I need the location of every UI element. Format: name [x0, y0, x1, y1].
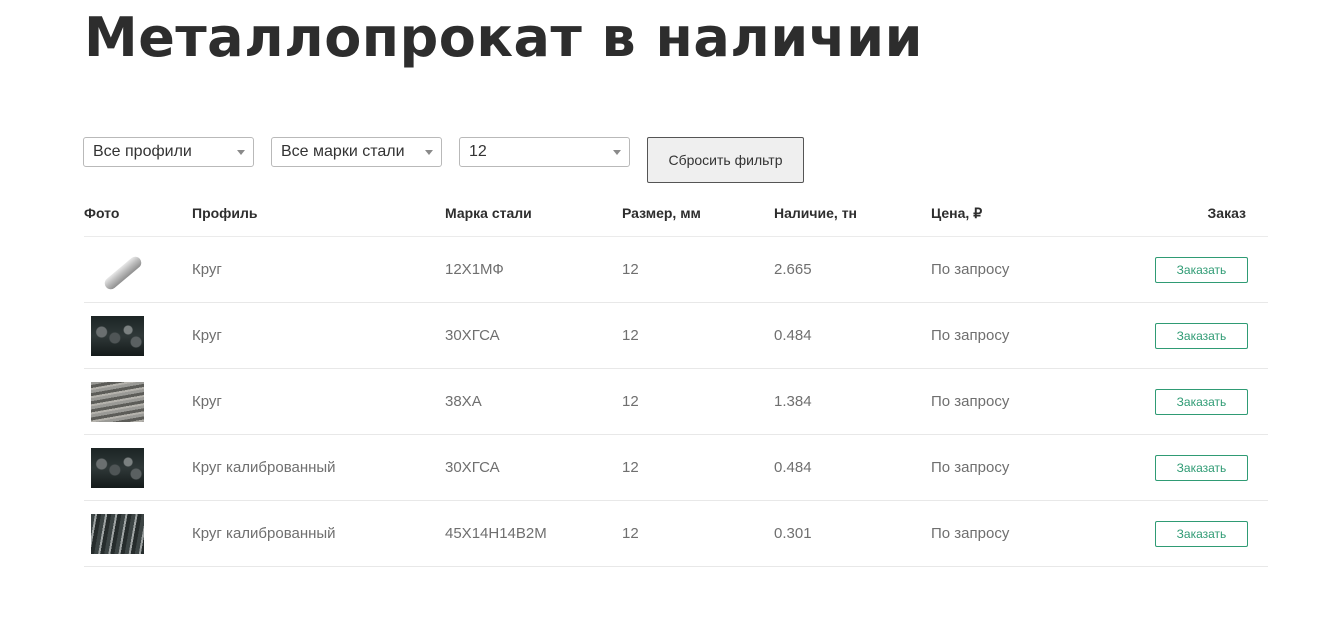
order-button[interactable]: Заказать [1155, 389, 1248, 415]
product-photo[interactable] [91, 250, 144, 290]
cell-size: 12 [622, 459, 639, 476]
grade-select[interactable]: Все марки стали [271, 137, 442, 167]
table-row: Круг 38ХА 12 1.384 По запросу Заказать [84, 369, 1268, 435]
order-button[interactable]: Заказать [1155, 257, 1248, 283]
cell-price: По запросу [931, 459, 1010, 476]
header-size: Размер, мм [622, 205, 701, 221]
profile-select[interactable]: Все профили [83, 137, 254, 167]
header-stock: Наличие, тн [774, 205, 858, 221]
cell-stock: 2.665 [774, 261, 812, 278]
cell-price: По запросу [931, 393, 1010, 410]
cell-price: По запросу [931, 261, 1010, 278]
order-button[interactable]: Заказать [1155, 455, 1248, 481]
cell-profile: Круг [192, 393, 222, 410]
cell-grade: 45Х14Н14В2М [445, 525, 547, 542]
chevron-down-icon [613, 150, 621, 155]
header-price: Цена, ₽ [931, 205, 983, 221]
cell-size: 12 [622, 525, 639, 542]
steel-rod-image [102, 254, 144, 290]
size-select-value: 12 [469, 143, 487, 160]
chevron-down-icon [425, 150, 433, 155]
order-button[interactable]: Заказать [1155, 521, 1248, 547]
cell-price: По запросу [931, 327, 1010, 344]
header-profile: Профиль [192, 205, 258, 221]
header-grade: Марка стали [445, 205, 532, 221]
cell-stock: 0.484 [774, 459, 812, 476]
table-header: Фото Профиль Марка стали Размер, мм Нали… [84, 198, 1268, 237]
cell-grade: 38ХА [445, 393, 482, 410]
product-photo[interactable] [91, 316, 144, 356]
header-photo: Фото [84, 205, 120, 221]
profile-select-value: Все профили [93, 143, 192, 160]
product-photo[interactable] [91, 382, 144, 422]
cell-grade: 30ХГСА [445, 327, 500, 344]
table-row: Круг калиброванный 45Х14Н14В2М 12 0.301 … [84, 501, 1268, 567]
reset-filter-button[interactable]: Сбросить фильтр [647, 137, 804, 183]
header-order: Заказ [1207, 205, 1246, 221]
cell-stock: 0.301 [774, 525, 812, 542]
cell-profile: Круг калиброванный [192, 459, 336, 476]
cell-size: 12 [622, 261, 639, 278]
cell-price: По запросу [931, 525, 1010, 542]
table-row: Круг 12Х1МФ 12 2.665 По запросу Заказать [84, 237, 1268, 303]
size-select[interactable]: 12 [459, 137, 630, 167]
cell-size: 12 [622, 327, 639, 344]
page-title: Металлопрокат в наличии [84, 6, 923, 69]
cell-grade: 12Х1МФ [445, 261, 504, 278]
cell-size: 12 [622, 393, 639, 410]
stock-table: Фото Профиль Марка стали Размер, мм Нали… [84, 198, 1268, 567]
table-row: Круг калиброванный 30ХГСА 12 0.484 По за… [84, 435, 1268, 501]
filter-bar: Все профили Все марки стали 12 Сбросить … [0, 137, 1340, 187]
cell-profile: Круг калиброванный [192, 525, 336, 542]
cell-profile: Круг [192, 261, 222, 278]
chevron-down-icon [237, 150, 245, 155]
table-row: Круг 30ХГСА 12 0.484 По запросу Заказать [84, 303, 1268, 369]
grade-select-value: Все марки стали [281, 143, 405, 160]
cell-profile: Круг [192, 327, 222, 344]
cell-stock: 1.384 [774, 393, 812, 410]
product-photo[interactable] [91, 448, 144, 488]
cell-grade: 30ХГСА [445, 459, 500, 476]
product-photo[interactable] [91, 514, 144, 554]
cell-stock: 0.484 [774, 327, 812, 344]
order-button[interactable]: Заказать [1155, 323, 1248, 349]
